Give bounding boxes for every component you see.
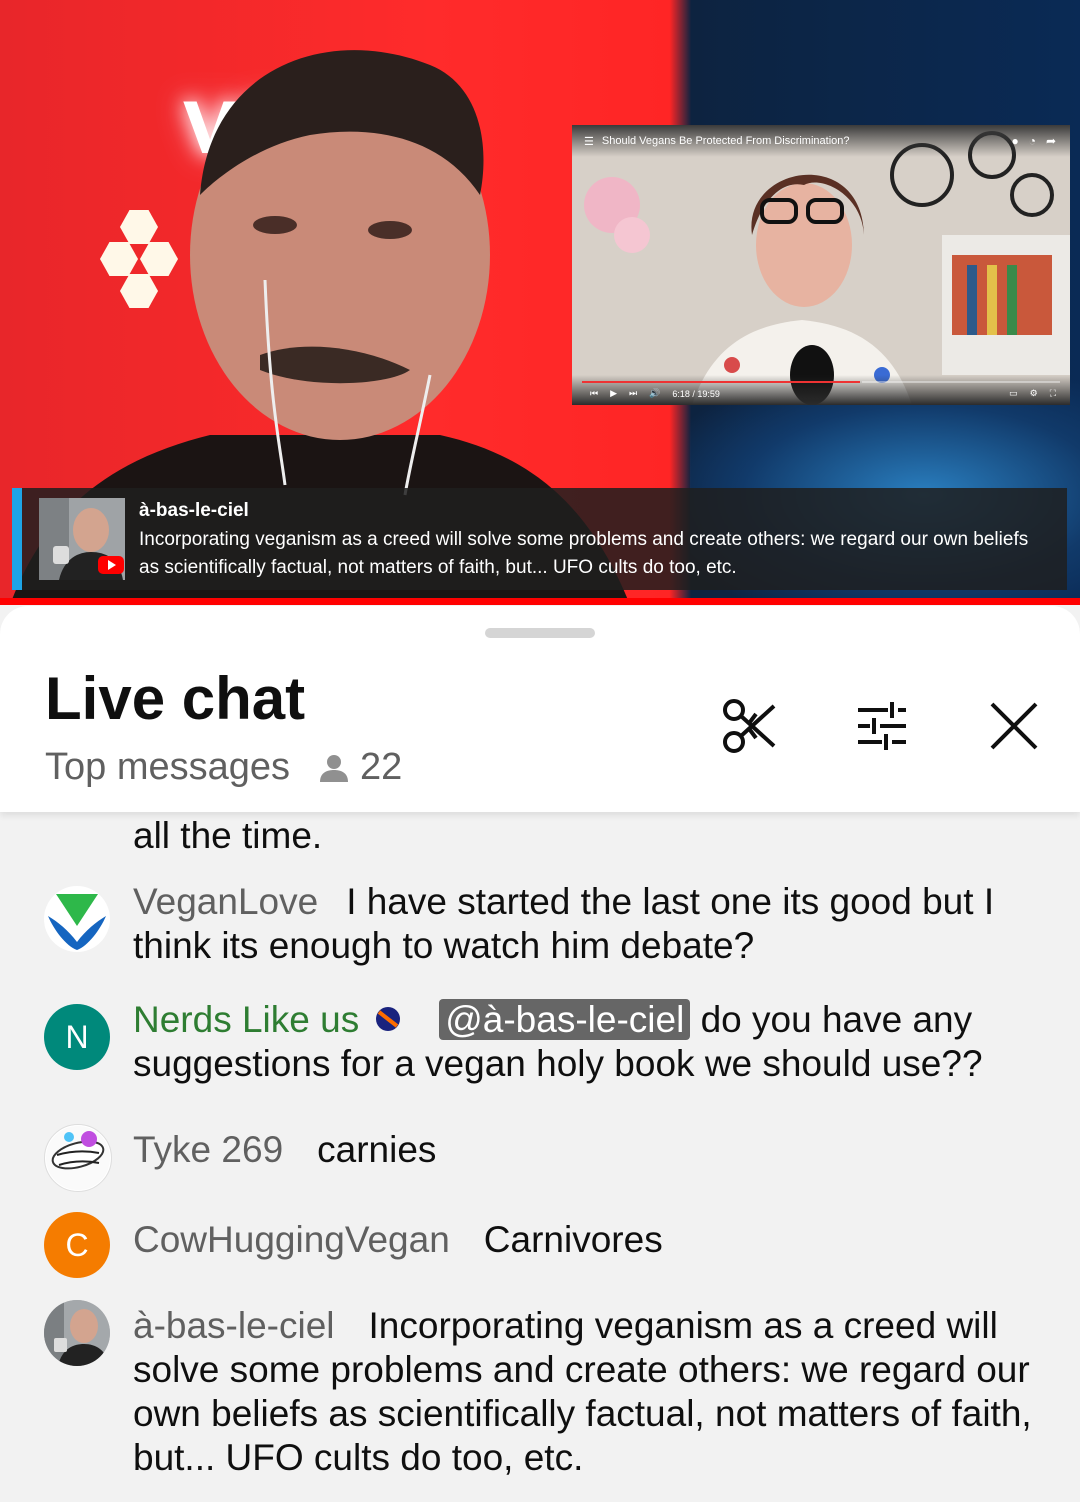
captions-icon: ▭ [1009, 388, 1018, 398]
embedded-time: 6:18 / 19:59 [672, 388, 720, 399]
banner-message: Incorporating veganism as a creed will s… [139, 529, 1029, 578]
message-body: Tyke 269 carnies [133, 1128, 1033, 1172]
embedded-video-image [572, 125, 1070, 405]
previous-icon: ⏮ [590, 388, 599, 398]
person-icon [320, 754, 348, 782]
message-body: VeganLove I have started the last one its… [133, 880, 1033, 968]
viewer-count-number: 22 [360, 746, 403, 788]
sliders-icon [858, 702, 906, 750]
youtube-icon [98, 556, 124, 574]
video-progress-bar[interactable] [0, 598, 1080, 605]
next-icon: ⏭ [629, 388, 638, 398]
close-icon [990, 702, 1038, 750]
avatar-letter: C [65, 1226, 89, 1263]
banner-accent [12, 488, 22, 590]
live-chat-title: Live chat [45, 665, 306, 732]
embedded-video-controls: ⏮ ▶ ⏭ 🔊 6:18 / 19:59 ▭ ⚙ ⛶ [572, 375, 1070, 405]
photo-avatar-icon [44, 1300, 110, 1366]
share-icon: ➦ [1045, 134, 1056, 148]
mention-chip[interactable]: @à-bas-le-ciel [439, 999, 691, 1040]
member-badge-icon [376, 1007, 401, 1031]
author-name[interactable]: Tyke 269 [133, 1129, 283, 1170]
author-avatar: N [44, 1004, 110, 1070]
video-player[interactable]: VEGA [0, 0, 1080, 605]
avatar-letter: N [65, 1018, 89, 1055]
author-avatar: C [44, 1212, 110, 1278]
drag-handle[interactable] [485, 628, 595, 638]
message-body: à-bas-le-ciel Incorporating veganism as a… [133, 1304, 1033, 1480]
highlighted-chat-banner: à-bas-le-ciel Incorporating veganism as … [12, 488, 1067, 590]
author-avatar [44, 1300, 110, 1366]
embedded-video-titlebar: ☰ Should Vegans Be Protected From Discri… [572, 125, 1070, 157]
author-name[interactable]: Nerds Like us [133, 999, 359, 1040]
viewer-count: 22 [318, 746, 402, 789]
play-icon: ▶ [610, 388, 618, 398]
author-name[interactable]: VeganLove [133, 881, 318, 922]
clip-button[interactable] [720, 696, 780, 756]
message-continuation: all the time. [133, 815, 323, 856]
chat-filter-dropdown[interactable]: Top messages [45, 746, 290, 789]
author-avatar [44, 886, 110, 952]
live-chat-panel: Live chat Top messages 22 all the time. … [0, 606, 1080, 1502]
embedded-video-title: Should Vegans Be Protected From Discrimi… [601, 135, 850, 147]
gear-icon: ⚙ [1029, 388, 1038, 398]
chat-settings-button[interactable] [852, 696, 912, 756]
volume-icon: 🔊 [649, 388, 661, 398]
close-button[interactable] [984, 696, 1044, 756]
vegan-logo-icon [48, 894, 106, 950]
message-body: Nerds Like us @à-bas-le-ciel do you have … [133, 998, 1033, 1086]
message-body: CowHuggingVegan Carnivores [133, 1218, 1033, 1262]
author-name[interactable]: à-bas-le-ciel [133, 1305, 335, 1346]
playlist-icon: ☰ [584, 135, 594, 148]
embedded-progress-remaining [862, 381, 1060, 383]
embedded-video[interactable]: ☰ Should Vegans Be Protected From Discri… [572, 125, 1070, 405]
message-text: carnies [317, 1129, 437, 1170]
author-name[interactable]: CowHuggingVegan [133, 1219, 450, 1260]
live-chat-header: Live chat Top messages 22 [0, 606, 1080, 812]
banner-author: à-bas-le-ciel [139, 500, 249, 521]
sticker-avatar-icon [46, 1126, 110, 1190]
embedded-progress [582, 381, 860, 383]
author-avatar [44, 1124, 112, 1192]
info-icon: ● [1011, 134, 1019, 148]
fullscreen-icon: ⛶ [1049, 388, 1056, 398]
message-text: Carnivores [483, 1219, 663, 1260]
clock-icon: ◔ [1028, 134, 1036, 148]
scissors-icon [723, 699, 776, 753]
